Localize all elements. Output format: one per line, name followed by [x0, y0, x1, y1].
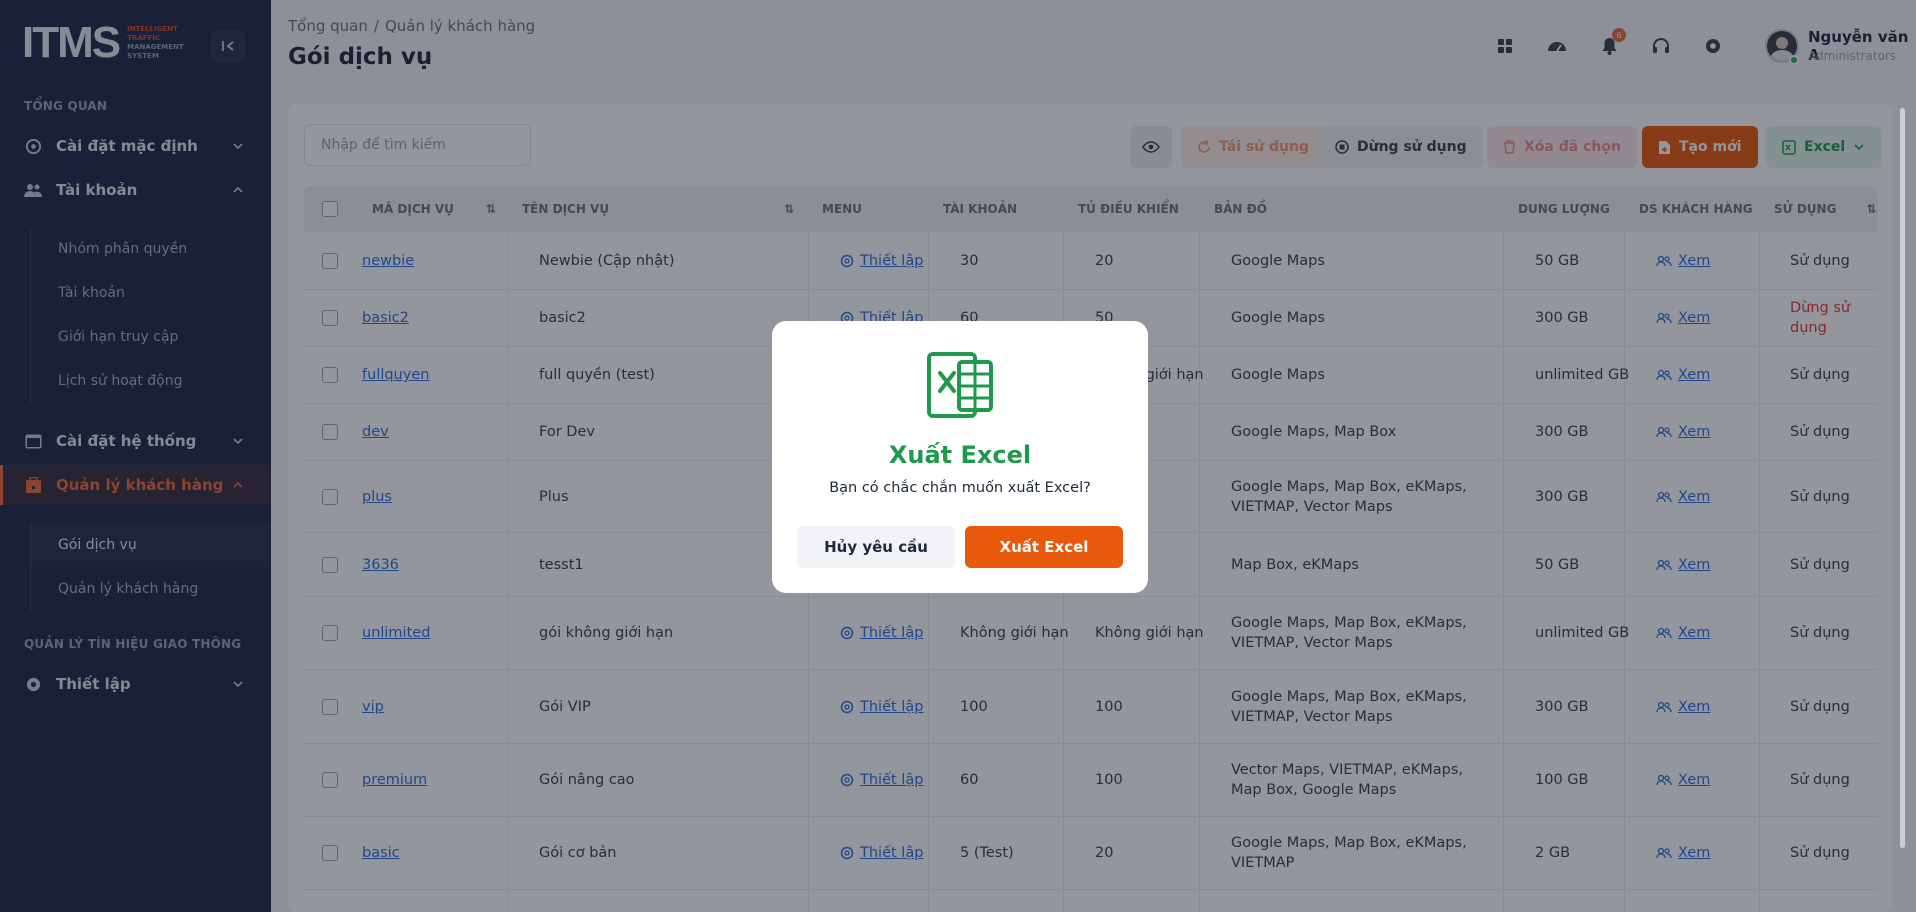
excel-icon — [927, 352, 993, 418]
page-scrollbar[interactable] — [1900, 108, 1905, 848]
export-excel-dialog: Xuất Excel Bạn có chắc chắn muốn xuất Ex… — [772, 321, 1148, 593]
cancel-button[interactable]: Hủy yêu cầu — [797, 526, 955, 568]
dialog-message: Bạn có chắc chắn muốn xuất Excel? — [829, 480, 1091, 496]
dialog-title: Xuất Excel — [888, 441, 1032, 469]
confirm-export-button[interactable]: Xuất Excel — [965, 526, 1123, 568]
